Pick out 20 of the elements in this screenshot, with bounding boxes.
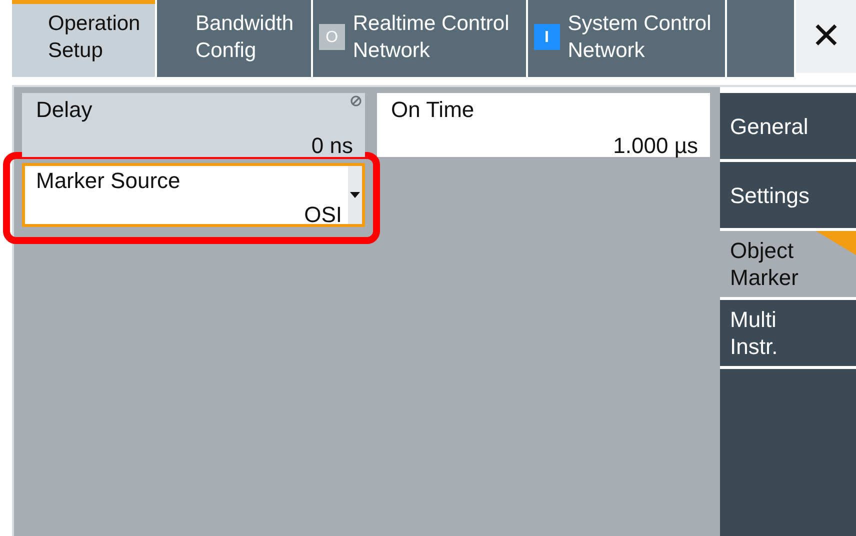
field-value: 1.000 µs bbox=[613, 133, 698, 159]
toggle-indicator: I bbox=[534, 24, 560, 50]
disabled-icon bbox=[350, 95, 362, 107]
field-label: Delay bbox=[36, 97, 92, 123]
field-value: 0 ns bbox=[311, 133, 353, 159]
value-field[interactable]: On Time 1.000 µs bbox=[377, 93, 710, 157]
tab[interactable]: Operation Setup bbox=[12, 0, 156, 77]
field-value: OSI bbox=[304, 202, 342, 228]
field-label: Marker Source bbox=[36, 168, 180, 194]
close-button[interactable]: ✕ bbox=[796, 0, 856, 73]
side-tab[interactable]: Settings bbox=[720, 162, 856, 228]
side-tab[interactable]: Object Marker bbox=[720, 231, 856, 297]
toggle-indicator: O bbox=[318, 24, 345, 50]
tab[interactable]: Bandwidth Config bbox=[157, 0, 311, 77]
corner-mark-icon bbox=[816, 231, 856, 255]
caret-icon bbox=[350, 192, 360, 198]
field-label: On Time bbox=[391, 97, 474, 123]
dropdown-field[interactable]: Marker Source OSI bbox=[22, 163, 365, 227]
side-tab[interactable]: Multi Instr. bbox=[720, 300, 856, 366]
side-tab[interactable]: General bbox=[720, 93, 856, 159]
